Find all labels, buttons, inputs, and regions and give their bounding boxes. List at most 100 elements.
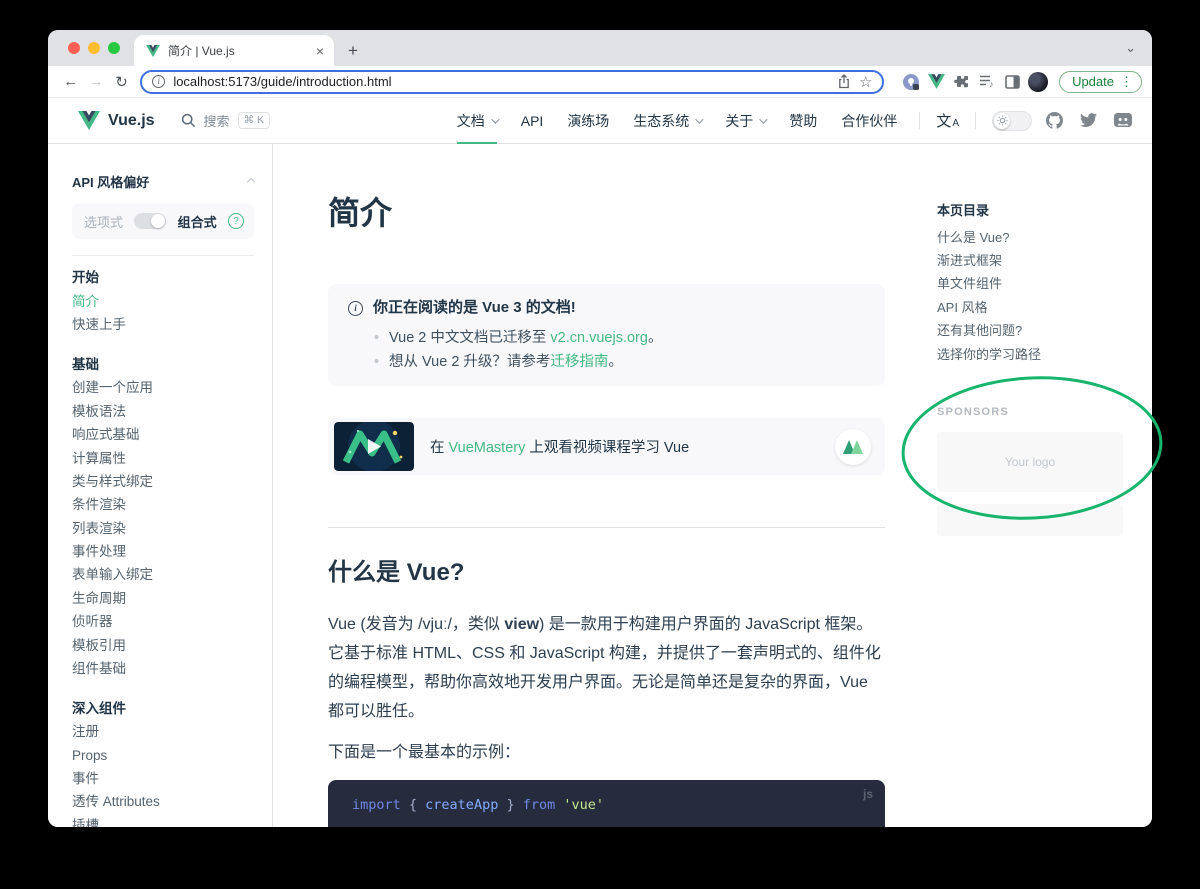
sidebar-item[interactable]: 模板语法 [72,400,254,423]
profile-avatar[interactable] [1026,72,1051,92]
search-shortcut: ⌘ K [238,112,270,129]
translate-button[interactable]: 文A [930,98,965,143]
sidebar-item[interactable]: 生命周期 [72,587,254,610]
bullet-text: 。 [608,354,623,370]
page-body: API 风格偏好 选项式 组合式 ? 开始简介快速上手基础创建一个应用模板语法响… [48,144,1152,827]
header-spacer [270,98,445,143]
code-block[interactable]: js import { createApp } from 'vue' creat… [328,780,885,827]
back-button[interactable]: ← [58,73,83,90]
sidebar-item[interactable]: 透传 Attributes [72,791,254,814]
minimize-window-button[interactable] [88,42,100,54]
more-menu-icon[interactable]: ⋮ [1120,74,1133,90]
sidebar-groups: 开始简介快速上手基础创建一个应用模板语法响应式基础计算属性类与样式绑定条件渲染列… [72,266,254,827]
site-info-icon[interactable]: i [152,75,165,88]
sidebar-item[interactable]: 响应式基础 [72,424,254,447]
header-divider [975,112,976,129]
sponsor-placeholder-secondary[interactable] [937,504,1123,536]
new-tab-button[interactable]: + [348,42,358,59]
nav-item[interactable]: API [509,98,556,143]
sidebar-item[interactable]: 插槽 [72,814,254,827]
bookmark-star-icon[interactable]: ☆ [859,73,872,91]
option-api-label[interactable]: 选项式 [84,212,123,231]
example-lead: 下面是一个最基本的示例： [328,742,885,764]
url-text[interactable]: localhost:5173/guide/introduction.html [173,74,829,89]
code-token: createApp [425,797,498,813]
vuemastery-banner[interactable]: 在 VueMastery 上观看视频课程学习 Vue [328,418,885,475]
browser-tab[interactable]: 简介 | Vue.js × [134,35,334,66]
toc-item[interactable]: API 风格 [937,296,1152,319]
zoom-window-button[interactable] [108,42,120,54]
tab-strip: 简介 | Vue.js × + ⌄ [48,30,1152,66]
vue-devtools-extension-icon[interactable] [924,72,949,92]
sidebar-group-title: 深入组件 [72,697,254,721]
site-logo[interactable]: Vue.js [78,98,155,143]
search-button[interactable]: 搜索 ⌘ K [181,98,270,143]
twitter-link[interactable] [1080,113,1097,128]
sidebar-item[interactable]: 简介 [72,290,254,313]
nav-item[interactable]: 合作伙伴 [829,98,909,143]
sidebar-item[interactable]: 事件处理 [72,540,254,563]
sidebar-item[interactable]: 计算属性 [72,447,254,470]
toc-title: 本页目录 [937,202,1152,220]
sidebar-item[interactable]: 创建一个应用 [72,377,254,400]
github-link[interactable] [1046,112,1063,129]
sidebar-item[interactable]: 注册 [72,721,254,744]
theme-toggle[interactable] [992,111,1032,131]
sidebar-item[interactable]: 条件渲染 [72,494,254,517]
sidebar-item[interactable]: 组件基础 [72,657,254,680]
share-icon[interactable] [837,74,851,89]
toc-item[interactable]: 单文件组件 [937,273,1152,296]
chevron-down-icon [759,115,767,123]
sidebar-item[interactable]: 表单输入绑定 [72,564,254,587]
bullet-text: Vue 2 中文文档已迁移至 [389,330,550,346]
sidebar-item[interactable]: 类与样式绑定 [72,470,254,493]
toc-item[interactable]: 什么是 Vue? [937,226,1152,249]
nav-item[interactable]: 生态系统 [621,98,713,143]
bullet-link[interactable]: v2.cn.vuejs.org [550,330,648,346]
video-thumbnail[interactable] [334,422,414,471]
nav-item[interactable]: 赞助 [777,98,829,143]
header-divider [919,112,920,129]
discord-link[interactable] [1114,113,1132,128]
password-manager-extension-icon[interactable] [898,72,923,92]
toc-list: 什么是 Vue?渐进式框架单文件组件API 风格还有其他问题?选择你的学习路径 [937,226,1152,366]
code-token: } [498,797,514,813]
sidebar: API 风格偏好 选项式 组合式 ? 开始简介快速上手基础创建一个应用模板语法响… [48,144,273,827]
toc-item[interactable]: 还有其他问题? [937,320,1152,343]
nav-item-label: API [521,113,544,129]
chrome-update-button[interactable]: Update ⋮ [1059,71,1142,93]
tab-search-chevron-icon[interactable]: ⌄ [1125,40,1136,56]
info-notice: i 你正在阅读的是 Vue 3 的文档! Vue 2 中文文档已迁移至 v2.c… [328,284,885,386]
toc-item[interactable]: 渐进式框架 [937,249,1152,272]
tab-close-icon[interactable]: × [316,44,324,58]
site-header: Vue.js 搜索 ⌘ K 文档 API 演练场生态系统关于赞助合作伙伴 文A [48,98,1152,144]
nav-item[interactable]: 演练场 [555,98,621,143]
address-bar[interactable]: i localhost:5173/guide/introduction.html… [140,70,884,94]
api-pref-header[interactable]: API 风格偏好 [72,172,254,191]
sidebar-item[interactable]: 模板引用 [72,634,254,657]
toc-item[interactable]: 选择你的学习路径 [937,343,1152,366]
sidebar-item[interactable]: 侦听器 [72,611,254,634]
composition-api-label[interactable]: 组合式 [178,212,217,231]
nav-item[interactable]: 关于 [713,98,777,143]
vuemastery-link[interactable]: VueMastery [449,440,526,456]
sidebar-item[interactable]: 事件 [72,767,254,790]
extensions-puzzle-icon[interactable] [949,72,974,92]
bullet-link[interactable]: 迁移指南 [550,354,608,370]
main-content: 简介 i 你正在阅读的是 Vue 3 的文档! Vue 2 中文文档已迁移至 v… [273,144,937,827]
notice-bullet: 想从 Vue 2 升级？请参考迁移指南。 [389,350,861,374]
api-style-toggle[interactable] [134,213,166,229]
notice-title-row: i 你正在阅读的是 Vue 3 的文档! [348,298,861,318]
sponsor-placeholder[interactable]: Your logo [937,432,1123,492]
sidebar-item[interactable]: 快速上手 [72,313,254,336]
split-view-extension-icon[interactable] [1000,72,1025,92]
nav-item[interactable]: 文档 [445,98,509,143]
search-icon [181,113,196,128]
forward-button: → [83,73,108,90]
sidebar-item[interactable]: 列表渲染 [72,517,254,540]
media-list-extension-icon[interactable]: ♪ [975,72,1000,92]
reload-button[interactable]: ↻ [109,73,134,91]
close-window-button[interactable] [68,42,80,54]
help-icon[interactable]: ? [228,213,244,229]
sidebar-item[interactable]: Props [72,744,254,767]
